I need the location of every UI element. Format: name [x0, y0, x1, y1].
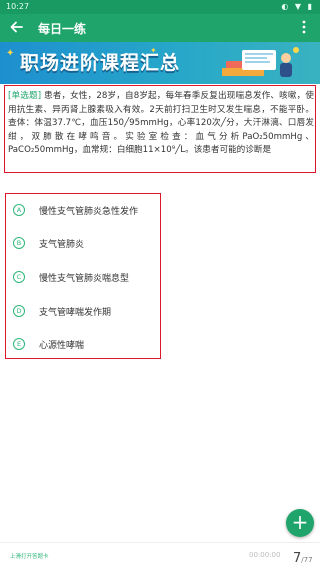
promo-banner[interactable]: ✦ ✦ 职场进阶课程汇总 [0, 42, 320, 84]
system-icons: ◐ ▼ ▮ [281, 2, 314, 11]
option-letter: D [13, 305, 25, 317]
option-label: 支气管肺炎 [39, 240, 85, 250]
app-bar: 每日一练 [0, 14, 320, 42]
question-stem: [单选题] 患者，女性，28岁，自8岁起，每年春季反复出现喘息发作、咳嗽，使用抗… [4, 85, 316, 173]
banner-title: 职场进阶课程汇总 [20, 52, 181, 74]
total-questions: /77 [301, 556, 313, 564]
option-label: 慢性支气管肺炎喘息型 [39, 274, 130, 284]
option-letter: B [13, 237, 25, 249]
more-vert-icon[interactable] [296, 18, 312, 36]
option-letter: E [13, 338, 25, 350]
sparkle-icon: ✦ [6, 48, 15, 59]
question-progress: 7/77 [293, 547, 313, 566]
option-label: 慢性支气管肺炎急性发作 [39, 207, 139, 217]
option-letter: C [13, 271, 25, 283]
option-label: 心源性哮喘 [39, 341, 85, 351]
question-type-label: [单选题] [8, 91, 42, 101]
option-label: 支气管哮喘发作期 [39, 308, 112, 318]
option-letter: A [13, 204, 25, 216]
elapsed-timer: 00:00:00 [249, 551, 281, 559]
status-bar: 10:27 ◐ ▼ ▮ [0, 0, 320, 14]
question-text: [单选题] 患者，女性，28岁，自8岁起，每年春季反复出现喘息发作、咳嗽，使用抗… [8, 90, 314, 158]
answer-card-hint[interactable]: 上滑打开答题卡 [10, 552, 49, 560]
books-illustration [222, 47, 299, 77]
page-title: 每日一练 [38, 22, 87, 36]
option-b[interactable]: B 支气管肺炎 [13, 234, 155, 254]
option-e[interactable]: E 心源性哮喘 [13, 335, 155, 355]
options-list: A 慢性支气管肺炎急性发作 B 支气管肺炎 C 慢性支气管肺炎喘息型 D 支气管… [5, 193, 161, 359]
bottom-bar: 上滑打开答题卡 00:00:00 7/77 [0, 542, 320, 569]
option-a[interactable]: A 慢性支气管肺炎急性发作 [13, 201, 155, 221]
question-body: 患者，女性，28岁，自8岁起，每年春季反复出现喘息发作、咳嗽，使用抗生素、异丙肾… [8, 91, 314, 156]
add-button[interactable]: + [286, 509, 314, 537]
option-c[interactable]: C 慢性支气管肺炎喘息型 [13, 268, 155, 288]
option-d[interactable]: D 支气管哮喘发作期 [13, 302, 155, 322]
status-time: 10:27 [6, 2, 30, 11]
back-arrow-icon[interactable] [8, 18, 26, 36]
